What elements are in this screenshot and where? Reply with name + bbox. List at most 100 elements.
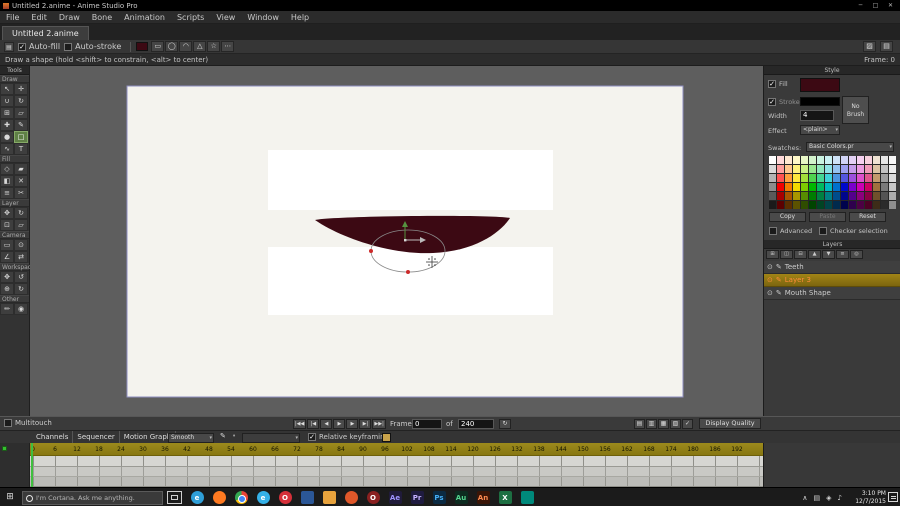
color-swatch[interactable] — [785, 192, 792, 200]
more-options-icon[interactable]: ⋯ — [221, 41, 235, 52]
color-swatch[interactable] — [865, 192, 872, 200]
select-tool-icon[interactable]: ↖ — [0, 83, 14, 95]
stroke-color-swatch[interactable] — [800, 97, 840, 106]
animate-icon[interactable]: An — [472, 488, 494, 506]
color-swatch[interactable] — [833, 156, 840, 164]
color-swatch[interactable] — [785, 174, 792, 182]
playhead-marker[interactable] — [31, 443, 33, 487]
current-frame-input[interactable]: 0 — [412, 419, 442, 429]
star-option-icon[interactable]: ☆ — [207, 41, 221, 52]
panel-toggle-1-icon[interactable]: ▨ — [863, 41, 876, 52]
relative-keyframing-checkbox[interactable]: ✓ — [308, 433, 316, 441]
color-swatch[interactable] — [873, 183, 880, 191]
color-swatch[interactable] — [777, 201, 784, 209]
color-swatch[interactable] — [817, 183, 824, 191]
color-swatch[interactable] — [801, 174, 808, 182]
color-swatch[interactable] — [825, 192, 832, 200]
color-swatch[interactable] — [857, 192, 864, 200]
triangle-option-icon[interactable]: △ — [193, 41, 207, 52]
shear-tool-icon[interactable]: ▱ — [14, 107, 28, 119]
eyedropper-tool-icon[interactable]: ✏ — [0, 303, 14, 315]
advanced-checkbox[interactable] — [769, 227, 777, 235]
line-width-tool-icon[interactable]: ≡ — [0, 187, 14, 199]
page-icon[interactable]: ▤ — [4, 41, 14, 52]
color-swatch[interactable] — [769, 165, 776, 173]
color-swatch[interactable] — [889, 201, 896, 209]
color-swatch[interactable] — [777, 174, 784, 182]
color-swatch[interactable] — [793, 156, 800, 164]
oval-option-icon[interactable]: ◯ — [165, 41, 179, 52]
color-swatch[interactable] — [777, 156, 784, 164]
view-mode-1-button[interactable]: ▤ — [634, 419, 645, 429]
color-swatch[interactable] — [769, 183, 776, 191]
color-swatch[interactable] — [793, 201, 800, 209]
fill-checkbox[interactable]: ✓ — [768, 80, 776, 88]
color-swatch[interactable] — [777, 165, 784, 173]
noise-tool-icon[interactable]: ◉ — [14, 303, 28, 315]
translate-layer-tool-icon[interactable]: ✥ — [0, 207, 14, 219]
no-brush-button[interactable]: No Brush — [842, 96, 869, 124]
layer-settings-button[interactable]: ≡ — [836, 250, 849, 259]
color-swatch[interactable] — [873, 201, 880, 209]
color-swatch[interactable] — [849, 174, 856, 182]
color-swatch[interactable] — [857, 201, 864, 209]
color-swatch[interactable] — [865, 174, 872, 182]
visibility-eye-icon[interactable]: ⊙ — [767, 289, 773, 297]
color-swatch[interactable] — [833, 165, 840, 173]
end-frame-input[interactable]: 240 — [458, 419, 494, 429]
color-swatch[interactable] — [801, 183, 808, 191]
blob-tool-icon[interactable]: ● — [0, 131, 14, 143]
view-mode-2-button[interactable]: ▥ — [646, 419, 657, 429]
stroke-checkbox[interactable]: ✓ — [768, 98, 776, 106]
color-swatch[interactable] — [817, 201, 824, 209]
edge-icon[interactable]: e — [186, 488, 208, 506]
after-effects-icon[interactable]: Ae — [384, 488, 406, 506]
color-swatch[interactable] — [889, 192, 896, 200]
effect-dropdown[interactable]: <plain> — [800, 125, 840, 135]
menu-edit[interactable]: Edit — [25, 11, 53, 24]
delete-layer-button[interactable]: ⊟ — [794, 250, 807, 259]
color-swatch[interactable] — [865, 183, 872, 191]
cortana-search-box[interactable]: I'm Cortana. Ask me anything. — [22, 491, 163, 505]
color-swatch[interactable] — [881, 183, 888, 191]
color-swatch[interactable] — [833, 183, 840, 191]
add-point-tool-icon[interactable]: ✚ — [0, 119, 14, 131]
color-swatch[interactable] — [793, 183, 800, 191]
loop-button[interactable]: ↻ — [499, 419, 511, 429]
firefox-nightly-icon[interactable] — [340, 488, 362, 506]
color-swatch[interactable] — [801, 201, 808, 209]
create-shape-tool-icon[interactable]: ▰ — [14, 163, 28, 175]
task-view-button[interactable] — [167, 491, 182, 504]
menu-window[interactable]: Window — [241, 11, 285, 24]
photoshop-icon[interactable]: Ps — [428, 488, 450, 506]
multitouch-checkbox[interactable] — [4, 419, 12, 427]
curvature-tool-icon[interactable]: ∿ — [0, 143, 14, 155]
tray-icon-1[interactable]: ▤ — [814, 494, 821, 502]
delete-shape-tool-icon[interactable]: ✕ — [14, 175, 28, 187]
track-camera-tool-icon[interactable]: ▭ — [0, 239, 14, 251]
orbit-tool-icon[interactable]: ↺ — [14, 271, 28, 283]
color-swatch[interactable] — [817, 192, 824, 200]
color-swatch[interactable] — [849, 201, 856, 209]
color-swatch[interactable] — [841, 156, 848, 164]
color-swatch[interactable] — [841, 183, 848, 191]
color-swatch[interactable] — [873, 174, 880, 182]
layer-row-layer-3[interactable]: ⊙ ✎ Layer 3 — [764, 274, 900, 287]
color-swatch[interactable] — [857, 156, 864, 164]
checker-selection-checkbox[interactable] — [819, 227, 827, 235]
zoom-camera-tool-icon[interactable]: ⊙ — [14, 239, 28, 251]
duplicate-layer-button[interactable]: ◫ — [780, 250, 793, 259]
step-back-button[interactable]: ◀ — [320, 419, 333, 429]
next-frame-button[interactable]: ▶| — [359, 419, 372, 429]
ellipse-bottom-handle[interactable] — [406, 270, 410, 274]
zoom-tool-icon[interactable]: ⊕ — [0, 283, 14, 295]
maximize-button[interactable]: □ — [868, 0, 883, 11]
drawing-canvas[interactable] — [30, 66, 763, 416]
color-swatch[interactable] — [849, 192, 856, 200]
color-swatch[interactable] — [809, 156, 816, 164]
step-forward-button[interactable]: ▶ — [346, 419, 359, 429]
start-button[interactable]: ⊞ — [0, 488, 20, 506]
color-swatch[interactable] — [777, 183, 784, 191]
menu-view[interactable]: View — [210, 11, 241, 24]
color-swatch[interactable] — [793, 165, 800, 173]
